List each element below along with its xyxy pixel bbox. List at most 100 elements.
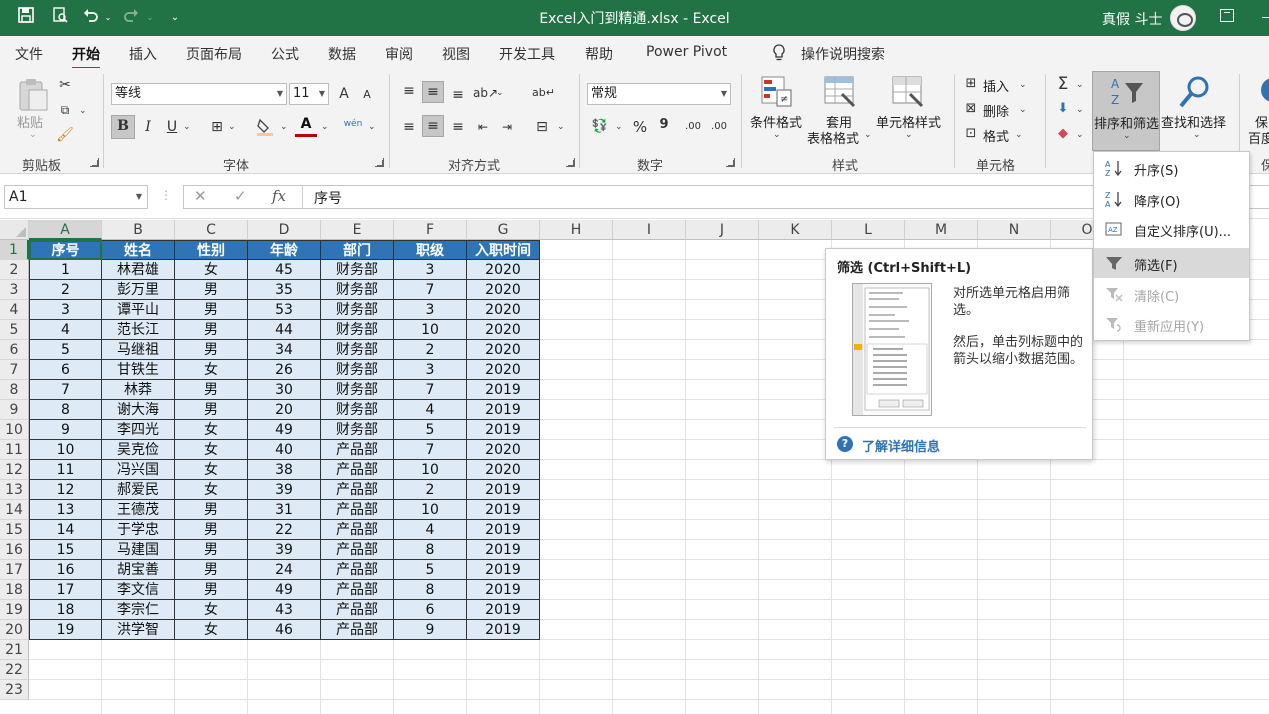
format-as-table-button[interactable]: 表格格式 [807, 128, 859, 147]
orientation-icon[interactable]: ab↗ [473, 83, 498, 103]
table-cell[interactable]: 谢大海 [102, 400, 175, 420]
table-cell[interactable]: 产品部 [321, 500, 394, 520]
table-cell[interactable]: 18 [29, 600, 102, 620]
row-header-3[interactable]: 3 [0, 280, 29, 300]
column-header-c[interactable]: C [175, 220, 248, 240]
table-cell[interactable]: 3 [29, 300, 102, 320]
table-cell[interactable]: 2019 [467, 520, 540, 540]
comma-style-icon[interactable]: 9 [656, 115, 672, 135]
tab-power-pivot[interactable]: Power Pivot [646, 44, 727, 60]
row-header-14[interactable]: 14 [0, 500, 29, 520]
table-cell[interactable]: 2 [394, 480, 467, 500]
row-header-7[interactable]: 7 [0, 360, 29, 380]
align-bottom-icon[interactable]: ≡ [448, 85, 468, 105]
header-cell[interactable]: 职级 [394, 240, 467, 260]
table-cell[interactable]: 林莽 [102, 380, 175, 400]
table-cell[interactable]: 女 [175, 420, 248, 440]
row-header-21[interactable]: 21 [0, 640, 29, 660]
header-cell[interactable]: 性别 [175, 240, 248, 260]
row-header-6[interactable]: 6 [0, 340, 29, 360]
table-cell[interactable]: 女 [175, 480, 248, 500]
table-cell[interactable]: 53 [248, 300, 321, 320]
conditional-formatting-dropdown-icon[interactable]: ⌄ [773, 130, 781, 140]
row-header-2[interactable]: 2 [0, 260, 29, 280]
fill-color-icon[interactable] [254, 117, 276, 143]
table-cell[interactable]: 财务部 [321, 360, 394, 380]
table-cell[interactable]: 2019 [467, 500, 540, 520]
paste-button[interactable]: 粘贴 [17, 112, 43, 131]
copy-icon[interactable]: ⧉ [55, 100, 75, 120]
accounting-format-icon[interactable]: 💱 [589, 117, 611, 137]
find-select-dropdown-icon[interactable]: ⌄ [1193, 130, 1201, 140]
menu-item-sort-ascending[interactable]: A Z 升序(S) [1094, 153, 1249, 183]
table-cell[interactable]: 2020 [467, 360, 540, 380]
table-cell[interactable]: 2020 [467, 320, 540, 340]
header-cell[interactable]: 部门 [321, 240, 394, 260]
table-cell[interactable]: 39 [248, 480, 321, 500]
row-header-5[interactable]: 5 [0, 320, 29, 340]
table-cell[interactable]: 男 [175, 520, 248, 540]
orientation-dropdown-icon[interactable]: ⌄ [496, 88, 504, 98]
tab-insert[interactable]: 插入 [129, 44, 157, 64]
table-cell[interactable]: 26 [248, 360, 321, 380]
clear-dropdown-icon[interactable]: ⌄ [1076, 130, 1084, 140]
cell-styles-dropdown-icon[interactable]: ⌄ [905, 130, 913, 140]
row-header-17[interactable]: 17 [0, 560, 29, 580]
copy-dropdown-icon[interactable]: ⌄ [79, 106, 87, 116]
tab-view[interactable]: 视图 [442, 44, 470, 64]
row-header-15[interactable]: 15 [0, 520, 29, 540]
user-name[interactable]: 真假 斗士 [1102, 9, 1162, 29]
table-cell[interactable]: 2020 [467, 340, 540, 360]
table-cell[interactable]: 8 [394, 580, 467, 600]
table-cell[interactable]: 女 [175, 360, 248, 380]
table-cell[interactable]: 4 [394, 520, 467, 540]
conditional-formatting-button[interactable]: 条件格式 [750, 112, 802, 131]
table-cell[interactable]: 9 [394, 620, 467, 640]
table-cell[interactable]: 李四光 [102, 420, 175, 440]
row-header-22[interactable]: 22 [0, 660, 29, 680]
table-cell[interactable]: 产品部 [321, 620, 394, 640]
column-header-e[interactable]: E [321, 220, 394, 240]
table-cell[interactable]: 1 [29, 260, 102, 280]
font-color-icon[interactable]: A [295, 115, 317, 137]
table-cell[interactable]: 7 [394, 440, 467, 460]
align-center-icon[interactable]: ≡ [422, 115, 444, 137]
column-header-d[interactable]: D [248, 220, 321, 240]
table-cell[interactable]: 财务部 [321, 340, 394, 360]
table-cell[interactable]: 范长江 [102, 320, 175, 340]
font-size-combo[interactable]: 11 ▼ [289, 83, 329, 105]
row-header-19[interactable]: 19 [0, 600, 29, 620]
table-cell[interactable]: 2019 [467, 540, 540, 560]
format-cells-button[interactable]: 格式 [983, 126, 1009, 145]
format-cells-icon[interactable]: ⊡ [962, 124, 980, 144]
increase-decimal-icon[interactable]: .00 [682, 117, 704, 137]
table-cell[interactable]: 24 [248, 560, 321, 580]
table-cell[interactable]: 39 [248, 540, 321, 560]
alignment-launcher-icon[interactable] [566, 158, 575, 167]
insert-cells-icon[interactable]: ⊞ [962, 74, 980, 94]
table-cell[interactable]: 2019 [467, 380, 540, 400]
table-cell[interactable]: 2019 [467, 580, 540, 600]
table-cell[interactable]: 10 [394, 500, 467, 520]
header-cell[interactable]: 入职时间 [467, 240, 540, 260]
table-cell[interactable]: 洪学智 [102, 620, 175, 640]
bold-button[interactable]: B [111, 115, 135, 139]
merge-dropdown-icon[interactable]: ⌄ [557, 122, 565, 132]
table-cell[interactable]: 20 [248, 400, 321, 420]
table-cell[interactable]: 李文信 [102, 580, 175, 600]
table-cell[interactable]: 14 [29, 520, 102, 540]
table-cell[interactable]: 甘铁生 [102, 360, 175, 380]
shrink-font-icon[interactable]: A [360, 85, 374, 105]
save-baidu-icon[interactable] [1255, 74, 1269, 110]
header-cell[interactable]: 序号 [29, 240, 102, 260]
table-cell[interactable]: 男 [175, 500, 248, 520]
table-cell[interactable]: 10 [29, 440, 102, 460]
row-header-8[interactable]: 8 [0, 380, 29, 400]
table-cell[interactable]: 6 [29, 360, 102, 380]
table-cell[interactable]: 7 [394, 280, 467, 300]
tab-file[interactable]: 文件 [15, 44, 43, 64]
table-cell[interactable]: 10 [394, 460, 467, 480]
table-cell[interactable]: 2020 [467, 460, 540, 480]
row-header-9[interactable]: 9 [0, 400, 29, 420]
table-cell[interactable]: 马继祖 [102, 340, 175, 360]
